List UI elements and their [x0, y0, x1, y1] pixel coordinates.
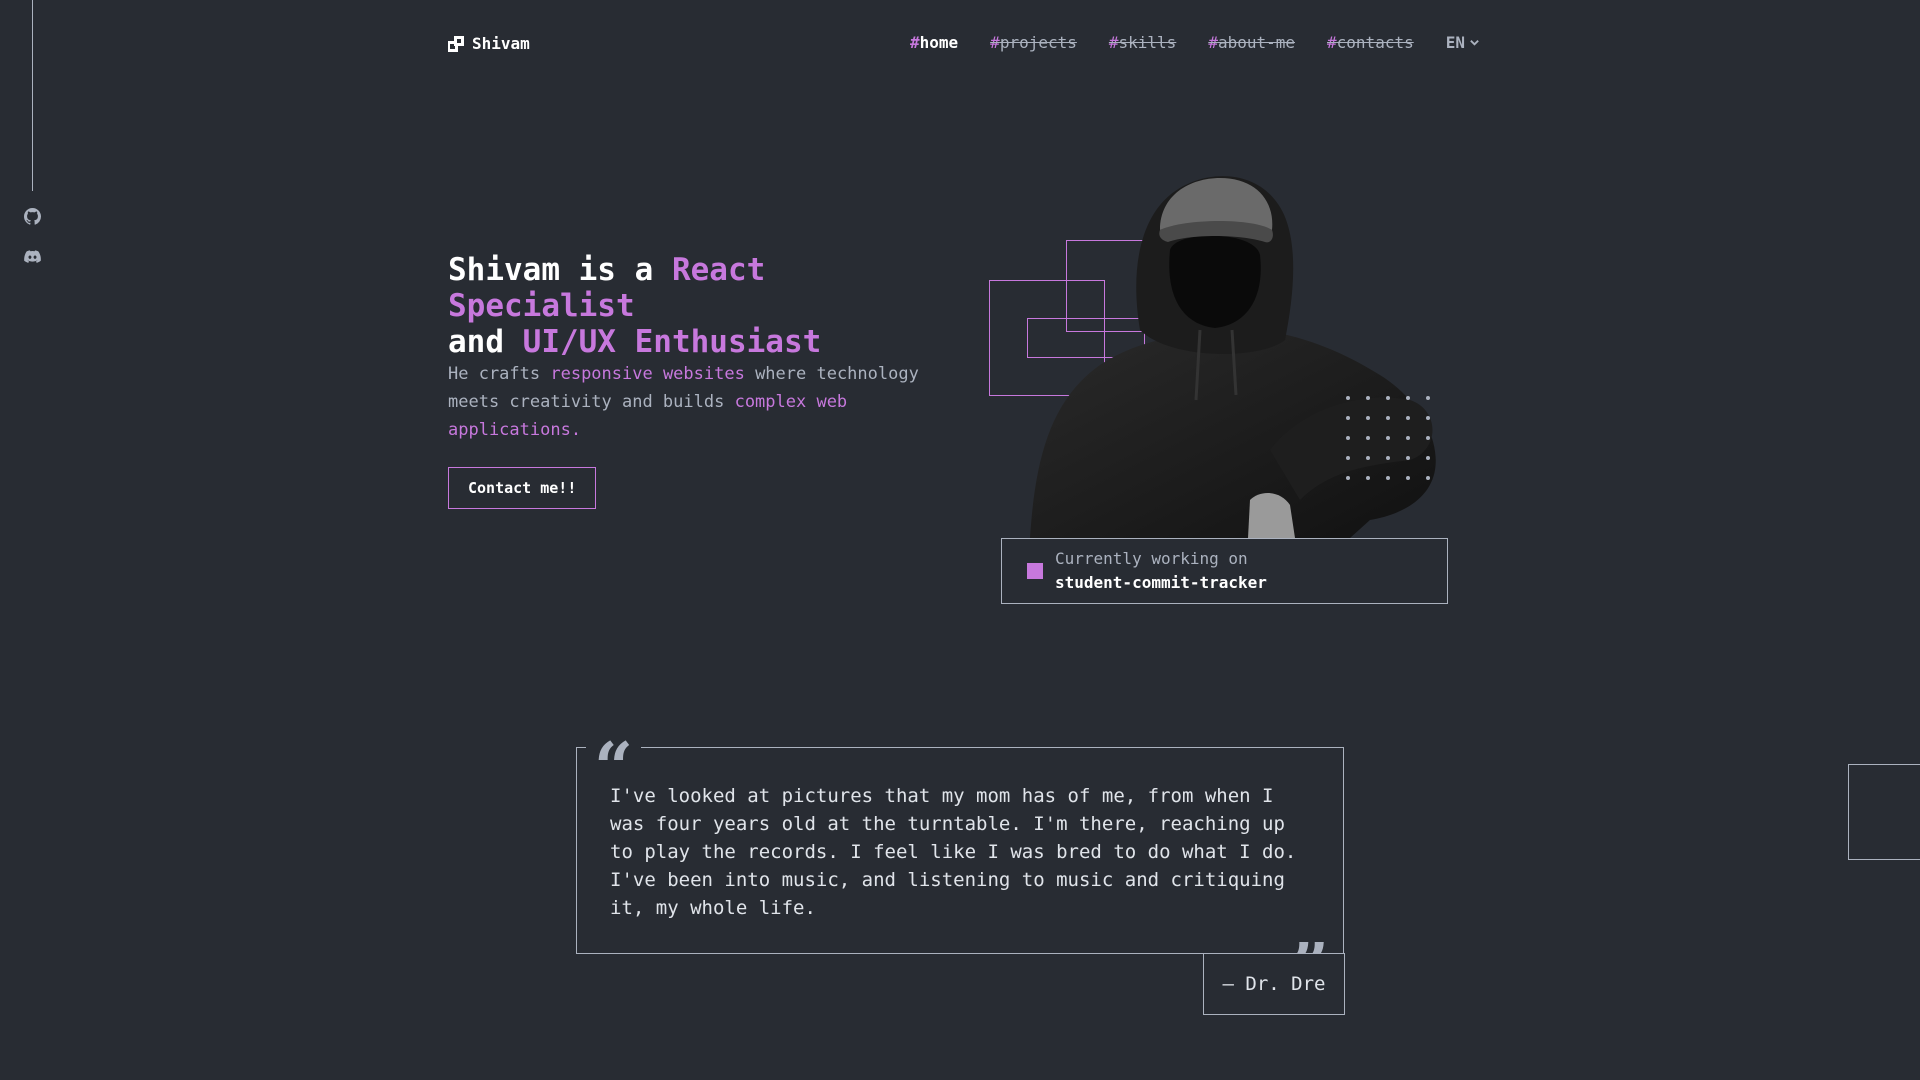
quote-author: — Dr. Dre [1203, 953, 1345, 1015]
logo-text: Shivam [472, 34, 530, 53]
logo-icon [448, 35, 464, 52]
discord-icon[interactable] [23, 247, 41, 265]
nav-home[interactable]: # home [910, 33, 958, 52]
nav-contacts[interactable]: # contacts [1327, 33, 1414, 52]
quote-box: I've looked at pictures that my mom has … [576, 747, 1344, 954]
decor-frame [1848, 764, 1920, 860]
status-square-icon [1027, 563, 1043, 579]
contact-me-button[interactable]: Contact me!! [448, 467, 597, 509]
open-quote-icon: “ [586, 734, 642, 802]
hero-title: Shivam is a React Specialist and UI/UX E… [448, 252, 822, 360]
quote-text: I've looked at pictures that my mom has … [610, 785, 1297, 919]
social-rail-line [32, 0, 33, 191]
currently-working-badge: Currently working on student-commit-trac… [1001, 538, 1448, 604]
site-logo[interactable]: Shivam [448, 34, 530, 53]
chevron-down-icon [1470, 40, 1479, 46]
nav-about-me[interactable]: # about-me [1208, 33, 1295, 52]
profile-image [1010, 160, 1450, 538]
main-nav: # home # projects # skills # about-me # conta… [910, 33, 1480, 52]
nav-projects[interactable]: # projects [990, 33, 1077, 52]
github-icon[interactable] [23, 207, 41, 225]
dots-decoration [1346, 396, 1430, 480]
language-label: EN [1445, 33, 1465, 52]
working-project: student-commit-tracker [1055, 573, 1267, 592]
nav-skills[interactable]: # skills [1109, 33, 1176, 52]
working-label: Currently working on [1055, 549, 1248, 568]
hero-subtitle: He crafts responsive websites where tech… [448, 364, 919, 440]
language-selector[interactable]: EN [1446, 33, 1480, 52]
